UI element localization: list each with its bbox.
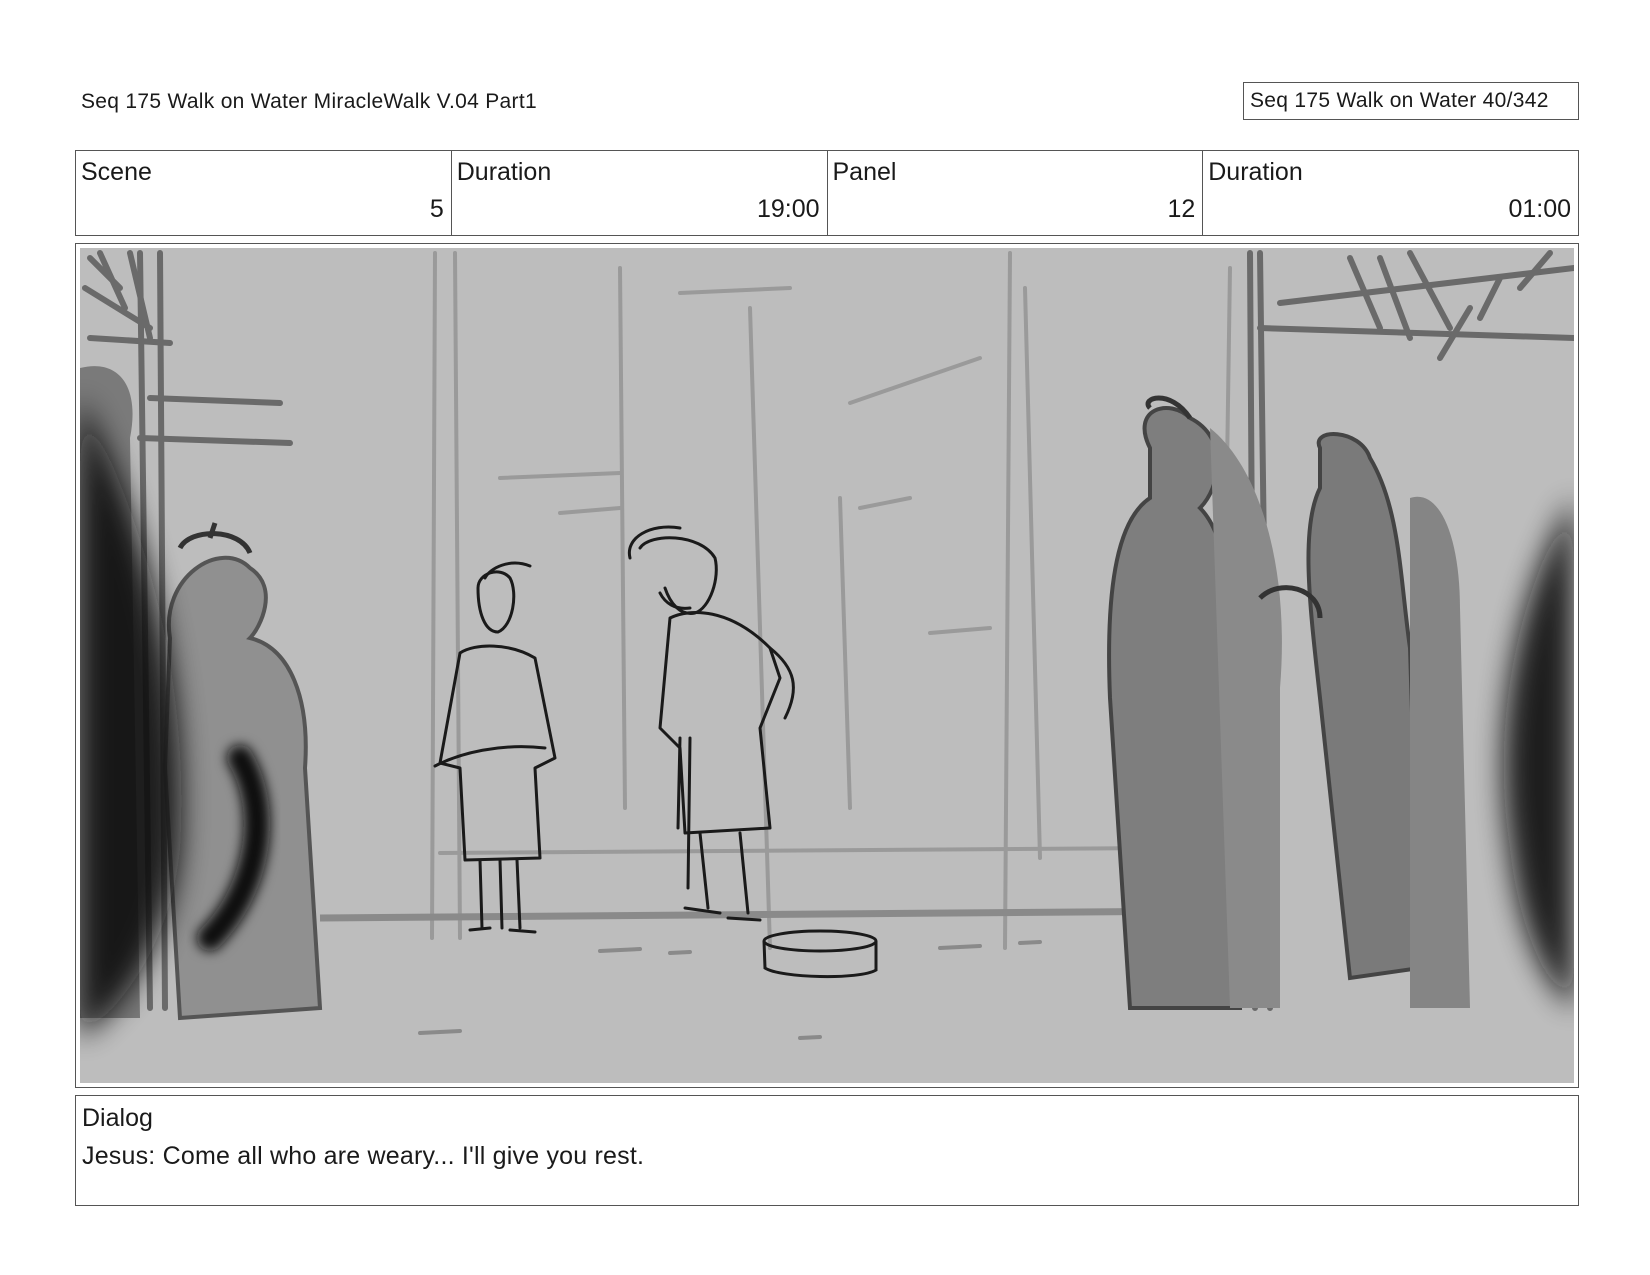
scene-value: 5: [429, 195, 444, 223]
panel-duration-cell: Duration 01:00: [1203, 151, 1578, 235]
panel-cell: Panel 12: [828, 151, 1204, 235]
panel-duration-label: Duration: [1208, 158, 1303, 186]
sequence-title: Seq 175 Walk on Water MiracleWalk V.04 P…: [81, 90, 537, 113]
scene-duration-value: 19:00: [756, 195, 820, 223]
dialog-text: Jesus: Come all who are weary... I'll gi…: [82, 1142, 645, 1170]
storyboard-sketch: [80, 248, 1574, 1083]
storyboard-panel: [75, 243, 1579, 1088]
dialog-label: Dialog: [82, 1104, 153, 1132]
panel-info-table: Scene 5 Duration 19:00 Panel 12 Duration…: [75, 150, 1579, 236]
page-counter: Seq 175 Walk on Water 40/342: [1243, 82, 1579, 120]
panel-duration-value: 01:00: [1508, 195, 1571, 223]
dialog-box: Dialog Jesus: Come all who are weary... …: [75, 1095, 1579, 1206]
scene-label: Scene: [81, 158, 152, 186]
scene-duration-label: Duration: [456, 158, 552, 186]
panel-value: 12: [1167, 195, 1196, 223]
scene-cell: Scene 5: [76, 151, 452, 235]
scene-duration-cell: Duration 19:00: [452, 151, 828, 235]
panel-label: Panel: [832, 158, 897, 186]
